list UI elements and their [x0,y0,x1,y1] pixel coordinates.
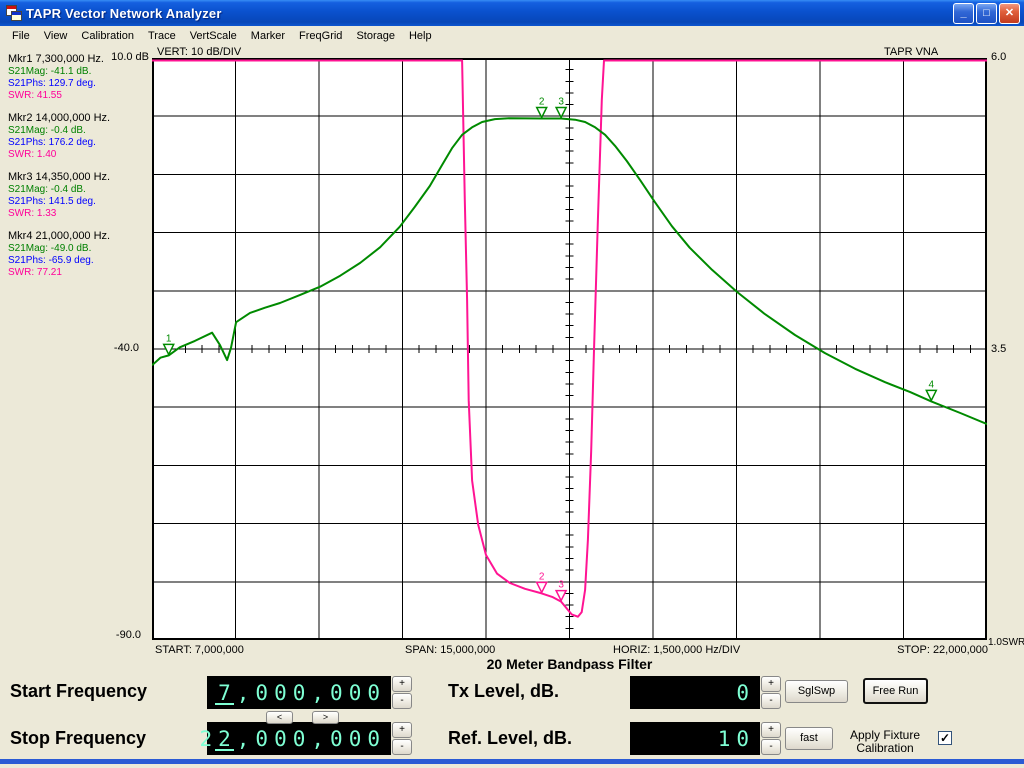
swr-axis-bottom-label: 1.0SWR [988,637,1024,648]
svg-text:1: 1 [166,333,172,344]
menu-file[interactable]: File [5,28,37,44]
marker-readout: Mkr2 14,000,000 Hz.S21Mag: -0.4 dB.S21Ph… [8,112,153,161]
single-sweep-button[interactable]: SglSwp [785,680,848,703]
menu-marker[interactable]: Marker [244,28,292,44]
marker-readout: Mkr4 21,000,000 Hz.S21Mag: -49.0 dB.S21P… [8,230,153,279]
start-freq-axis-label: START: 7,000,000 [155,644,244,656]
menu-storage[interactable]: Storage [349,28,402,44]
tx-level-decrement-button[interactable]: - [761,693,781,709]
ref-level-increment-button[interactable]: + [761,722,781,738]
svg-text:4: 4 [929,379,935,390]
start-freq-increment-button[interactable]: + [392,676,412,692]
horiz-div-axis-label: HORIZ: 1,500,000 Hz/DIV [613,644,740,656]
svg-text:2: 2 [539,97,545,108]
apply-fixture-calibration-label: Apply Fixture Calibration [836,729,934,755]
digit-cursor-left-button[interactable]: < [266,711,293,724]
window-title: TAPR Vector Network Analyzer [26,6,222,21]
app-icon [6,5,22,21]
brand-label: TAPR VNA [884,46,938,58]
db-axis-mid-label: -40.0 [105,342,139,354]
svg-text:3: 3 [558,97,564,108]
start-freq-decrement-button[interactable]: - [392,693,412,709]
swr-axis-mid-label: 3.5 [991,343,1006,355]
marker-readout-panel: Mkr1 7,300,000 Hz.S21Mag: -41.1 dB.S21Ph… [8,53,153,289]
ref-level-display[interactable]: 10 [630,722,760,755]
marker-readout: Mkr3 14,350,000 Hz.S21Mag: -0.4 dB.S21Ph… [8,171,153,220]
tx-level-display[interactable]: 0 [630,676,760,709]
trace-canvas: 1 2 3 4 2 3 [152,58,987,640]
title-bar: TAPR Vector Network Analyzer _ □ ✕ [0,0,1024,26]
stop-freq-axis-label: STOP: 22,000,000 [860,644,988,656]
vertical-scale-label: VERT: 10 dB/DIV [157,46,241,58]
ref-level-label: Ref. Level, dB. [448,728,572,749]
start-frequency-label: Start Frequency [10,681,147,702]
maximize-button[interactable]: □ [976,3,997,24]
plot-area[interactable]: 1 2 3 4 2 3 [152,58,987,640]
menu-help[interactable]: Help [402,28,439,44]
span-axis-label: SPAN: 15,000,000 [405,644,495,656]
tx-level-increment-button[interactable]: + [761,676,781,692]
free-run-button[interactable]: Free Run [863,678,928,704]
apply-fixture-calibration-checkbox[interactable]: ✓ [938,731,952,745]
db-axis-bottom-label: -90.0 [105,629,141,641]
plot-title: 20 Meter Bandpass Filter [152,656,987,672]
ref-level-decrement-button[interactable]: - [761,739,781,755]
menu-vertscale[interactable]: VertScale [183,28,244,44]
menu-view[interactable]: View [37,28,75,44]
start-frequency-display[interactable]: 7,000,000 [207,676,391,709]
menu-freqgrid[interactable]: FreqGrid [292,28,349,44]
digit-cursor-right-button[interactable]: > [312,711,339,724]
window-bottom-border [0,759,1024,764]
swr-axis-top-label: 6.0 [991,51,1006,63]
close-button[interactable]: ✕ [999,3,1020,24]
menu-bar: FileViewCalibrationTraceVertScaleMarkerF… [0,26,1024,46]
stop-freq-decrement-button[interactable]: - [392,739,412,755]
stop-frequency-label: Stop Frequency [10,728,146,749]
tx-level-label: Tx Level, dB. [448,681,559,702]
fast-button[interactable]: fast [785,727,833,750]
db-axis-top-label: 10.0 dB [105,51,149,63]
menu-trace[interactable]: Trace [141,28,183,44]
menu-calibration[interactable]: Calibration [74,28,141,44]
stop-frequency-display[interactable]: 22,000,000 [207,722,391,755]
stop-freq-increment-button[interactable]: + [392,722,412,738]
minimize-button[interactable]: _ [953,3,974,24]
svg-text:3: 3 [558,580,564,591]
svg-text:2: 2 [539,571,545,582]
